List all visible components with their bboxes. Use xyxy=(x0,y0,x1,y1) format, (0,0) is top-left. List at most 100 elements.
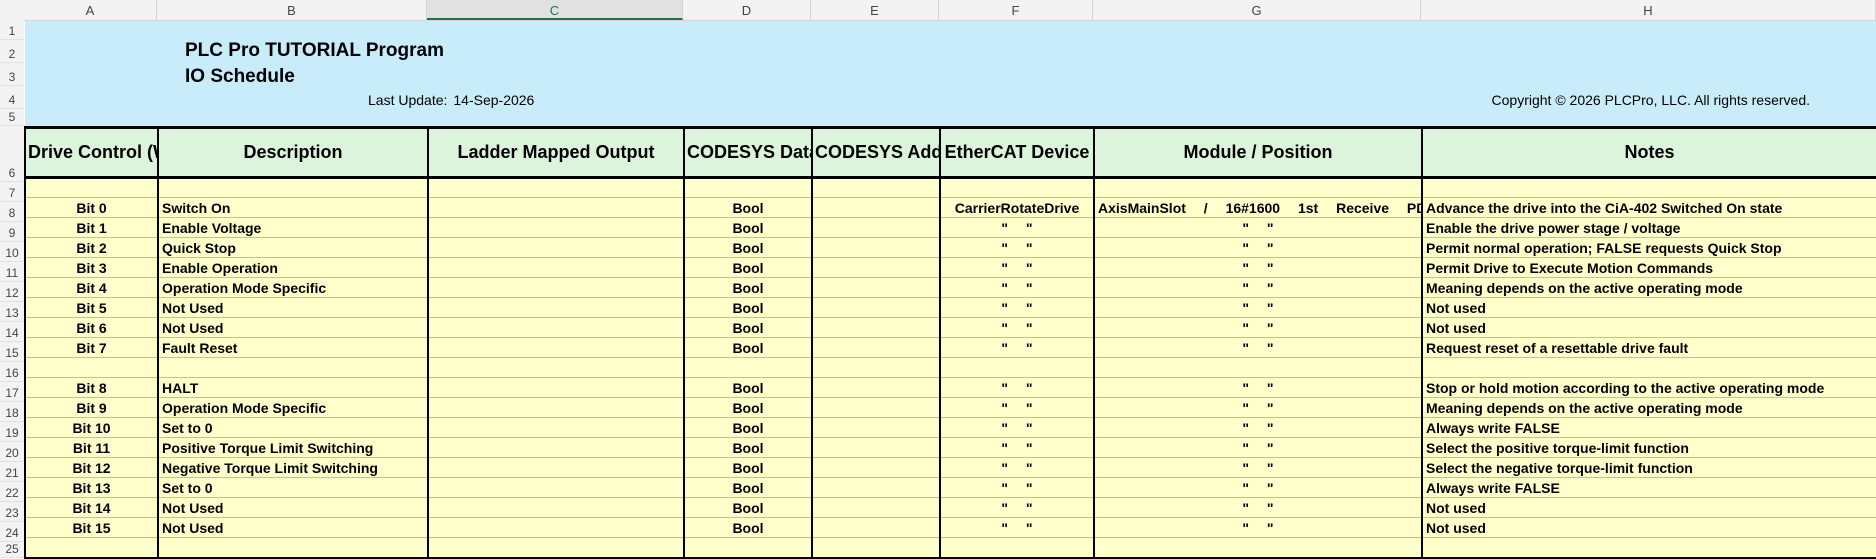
notes-cell[interactable]: Select the positive torque-limit functio… xyxy=(1421,437,1876,458)
row-header-2[interactable]: 2 xyxy=(0,40,24,63)
datatype-cell[interactable] xyxy=(683,537,813,559)
datatype-cell[interactable]: Bool xyxy=(683,457,813,478)
row-header-9[interactable]: 9 xyxy=(0,222,24,242)
notes-cell[interactable] xyxy=(1421,537,1876,559)
datatype-cell[interactable]: Bool xyxy=(683,437,813,458)
ethercat-device-cell[interactable]: CarrierRotateDrive xyxy=(939,197,1095,218)
datatype-cell[interactable]: Bool xyxy=(683,417,813,438)
ethercat-device-cell[interactable]: " " xyxy=(939,437,1095,458)
ethercat-device-cell[interactable] xyxy=(939,537,1095,559)
row-header-6[interactable]: 6 xyxy=(0,126,24,182)
row-header-17[interactable]: 17 xyxy=(0,382,24,402)
datatype-cell[interactable]: Bool xyxy=(683,477,813,498)
address-cell[interactable] xyxy=(811,257,941,278)
row-header-10[interactable]: 10 xyxy=(0,242,24,262)
address-cell[interactable] xyxy=(811,317,941,338)
row-header-19[interactable]: 19 xyxy=(0,422,24,442)
module-position-cell[interactable] xyxy=(1093,537,1423,559)
row-header-21[interactable]: 21 xyxy=(0,462,24,482)
header-codesys-datatype[interactable]: CODESYS Datatype xyxy=(683,126,813,179)
bit-cell[interactable]: Bit 11 xyxy=(24,437,159,458)
row-header-1[interactable]: 1 xyxy=(0,20,24,40)
notes-cell[interactable]: Request reset of a resettable drive faul… xyxy=(1421,337,1876,358)
address-cell[interactable] xyxy=(811,497,941,518)
header-notes[interactable]: Notes xyxy=(1421,126,1876,179)
ladder-output-cell[interactable] xyxy=(427,217,685,238)
datatype-cell[interactable]: Bool xyxy=(683,237,813,258)
ethercat-device-cell[interactable]: " " xyxy=(939,517,1095,538)
column-header-b[interactable]: B xyxy=(157,0,427,20)
notes-cell[interactable] xyxy=(1421,357,1876,378)
bit-cell[interactable]: Bit 10 xyxy=(24,417,159,438)
description-cell[interactable] xyxy=(157,537,429,559)
ethercat-device-cell[interactable]: " " xyxy=(939,237,1095,258)
ladder-output-cell[interactable] xyxy=(427,417,685,438)
row-header-16[interactable]: 16 xyxy=(0,362,24,382)
ethercat-device-cell[interactable]: " " xyxy=(939,217,1095,238)
description-cell[interactable]: Switch On xyxy=(157,197,429,218)
bit-cell[interactable]: Bit 5 xyxy=(24,297,159,318)
bit-cell[interactable]: Bit 1 xyxy=(24,217,159,238)
description-cell[interactable]: Not Used xyxy=(157,317,429,338)
row-header-8[interactable]: 8 xyxy=(0,202,24,222)
ladder-output-cell[interactable] xyxy=(427,337,685,358)
notes-cell[interactable]: Enable the drive power stage / voltage xyxy=(1421,217,1876,238)
description-cell[interactable]: Negative Torque Limit Switching xyxy=(157,457,429,478)
module-position-cell[interactable]: " " xyxy=(1093,497,1423,518)
ladder-output-cell[interactable] xyxy=(427,297,685,318)
row-header-4[interactable]: 4 xyxy=(0,86,24,109)
module-position-cell[interactable]: " " xyxy=(1093,277,1423,298)
module-position-cell[interactable]: " " xyxy=(1093,397,1423,418)
header-description[interactable]: Description xyxy=(157,126,429,179)
row-header-24[interactable]: 24 xyxy=(0,522,24,542)
ethercat-device-cell[interactable]: " " xyxy=(939,457,1095,478)
notes-cell[interactable]: Permit normal operation; FALSE requests … xyxy=(1421,237,1876,258)
module-position-cell[interactable]: " " xyxy=(1093,217,1423,238)
notes-cell[interactable]: Permit Drive to Execute Motion Commands xyxy=(1421,257,1876,278)
address-cell[interactable] xyxy=(811,457,941,478)
ladder-output-cell[interactable] xyxy=(427,237,685,258)
column-header-e[interactable]: E xyxy=(811,0,939,20)
description-cell[interactable]: Not Used xyxy=(157,297,429,318)
bit-cell[interactable] xyxy=(24,537,159,559)
header-module-position[interactable]: Module / Position xyxy=(1093,126,1423,179)
address-cell[interactable] xyxy=(811,357,941,378)
ladder-output-cell[interactable] xyxy=(427,377,685,398)
ladder-output-cell[interactable] xyxy=(427,197,685,218)
column-header-a[interactable]: A xyxy=(24,0,157,20)
module-position-cell[interactable] xyxy=(1093,357,1423,378)
notes-cell[interactable]: Not used xyxy=(1421,497,1876,518)
ladder-output-cell[interactable] xyxy=(427,437,685,458)
address-cell[interactable] xyxy=(811,417,941,438)
module-position-cell[interactable]: " " xyxy=(1093,297,1423,318)
notes-cell[interactable] xyxy=(1421,177,1876,198)
address-cell[interactable] xyxy=(811,437,941,458)
ethercat-device-cell[interactable] xyxy=(939,177,1095,198)
bit-cell[interactable]: Bit 8 xyxy=(24,377,159,398)
row-header-25[interactable]: 25 xyxy=(0,542,24,558)
column-header-d[interactable]: D xyxy=(683,0,811,20)
notes-cell[interactable]: Advance the drive into the CiA-402 Switc… xyxy=(1421,197,1876,218)
address-cell[interactable] xyxy=(811,397,941,418)
bit-cell[interactable] xyxy=(24,177,159,198)
notes-cell[interactable]: Stop or hold motion according to the act… xyxy=(1421,377,1876,398)
ethercat-device-cell[interactable]: " " xyxy=(939,257,1095,278)
description-cell[interactable] xyxy=(157,177,429,198)
header-ladder-mapped-output[interactable]: Ladder Mapped Output xyxy=(427,126,685,179)
description-cell[interactable]: Not Used xyxy=(157,517,429,538)
description-cell[interactable]: Operation Mode Specific xyxy=(157,277,429,298)
header-codesys-address[interactable]: CODESYS Address xyxy=(811,126,941,179)
datatype-cell[interactable] xyxy=(683,357,813,378)
module-position-cell[interactable]: " " xyxy=(1093,517,1423,538)
description-cell[interactable]: Fault Reset xyxy=(157,337,429,358)
row-header-22[interactable]: 22 xyxy=(0,482,24,502)
module-position-cell[interactable] xyxy=(1093,177,1423,198)
row-header-13[interactable]: 13 xyxy=(0,302,24,322)
module-position-cell[interactable]: " " xyxy=(1093,437,1423,458)
description-cell[interactable]: Set to 0 xyxy=(157,417,429,438)
ladder-output-cell[interactable] xyxy=(427,517,685,538)
bit-cell[interactable]: Bit 12 xyxy=(24,457,159,478)
bit-cell[interactable] xyxy=(24,357,159,378)
notes-cell[interactable]: Not used xyxy=(1421,517,1876,538)
ethercat-device-cell[interactable]: " " xyxy=(939,277,1095,298)
